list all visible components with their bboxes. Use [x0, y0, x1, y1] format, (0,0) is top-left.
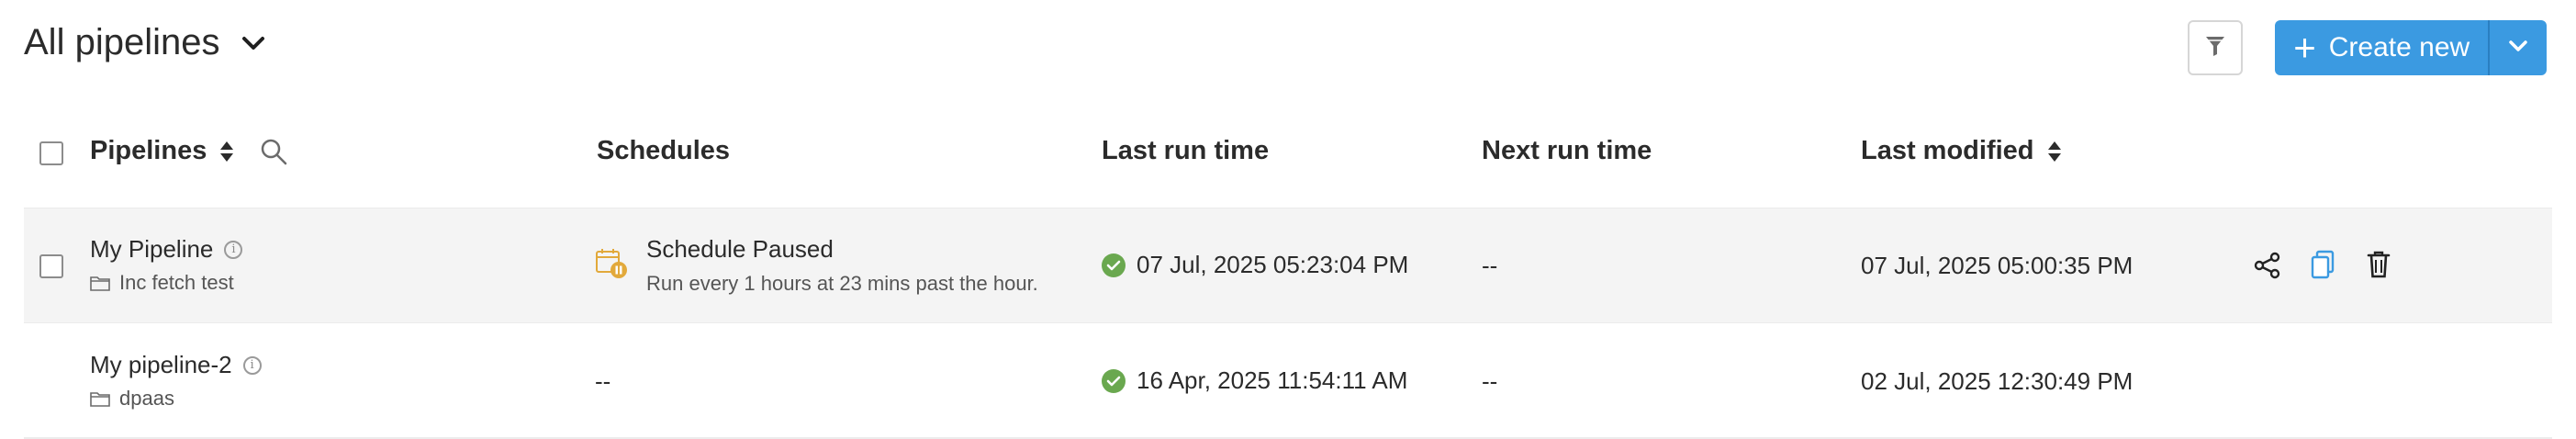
- column-label-next-run: Next run time: [1482, 136, 1652, 165]
- pipeline-folder: Inc fetch test: [90, 271, 234, 295]
- dropdown-caret-icon: [2508, 39, 2528, 57]
- create-new-button-group[interactable]: + Create new: [2275, 20, 2547, 75]
- column-header-pipelines[interactable]: Pipelines: [90, 136, 287, 166]
- search-icon[interactable]: [260, 138, 287, 165]
- pipeline-name[interactable]: My Pipeline: [90, 235, 213, 264]
- row-checkbox[interactable]: [39, 254, 63, 278]
- column-label-last-modified: Last modified: [1861, 136, 2034, 165]
- delete-icon[interactable]: [2367, 250, 2391, 279]
- last-modified-time: 07 Jul, 2025 05:00:35 PM: [1861, 252, 2134, 279]
- last-run-time: 16 Apr, 2025 11:54:11 AM: [1137, 366, 1408, 394]
- last-modified-time: 02 Jul, 2025 12:30:49 PM: [1861, 367, 2134, 395]
- share-icon[interactable]: [2254, 252, 2281, 279]
- last-run-time: 07 Jul, 2025 05:23:04 PM: [1137, 251, 1409, 278]
- pipeline-name-cell[interactable]: My pipeline-2 i: [90, 351, 262, 379]
- next-run-time: --: [1482, 367, 1498, 395]
- folder-icon: [90, 392, 110, 407]
- next-run-time: --: [1482, 252, 1498, 279]
- folder-name: dpaas: [119, 387, 174, 410]
- sort-icon[interactable]: [219, 140, 234, 163]
- column-label-schedules: Schedules: [597, 136, 731, 165]
- schedule-paused-icon: [595, 248, 628, 284]
- column-header-schedules: Schedules: [597, 136, 730, 166]
- plus-icon: +: [2293, 26, 2316, 69]
- filter-icon: [2204, 34, 2226, 62]
- sort-icon[interactable]: [2047, 140, 2062, 163]
- filter-button[interactable]: [2188, 20, 2243, 75]
- create-new-label: Create new: [2328, 32, 2470, 62]
- copy-icon[interactable]: [2310, 250, 2335, 279]
- info-icon[interactable]: i: [224, 240, 243, 259]
- create-new-dropdown-button[interactable]: [2488, 20, 2547, 75]
- create-new-button[interactable]: + Create new: [2275, 20, 2488, 75]
- column-label-last-run: Last run time: [1102, 136, 1270, 165]
- page-title: All pipelines: [24, 22, 220, 62]
- page-title-dropdown[interactable]: All pipelines: [24, 22, 265, 63]
- select-all-checkbox[interactable]: [39, 141, 63, 165]
- pipeline-name[interactable]: My pipeline-2: [90, 351, 232, 379]
- chevron-down-icon[interactable]: [241, 36, 265, 51]
- column-header-last-modified[interactable]: Last modified: [1861, 136, 2062, 166]
- info-icon[interactable]: i: [242, 355, 262, 375]
- column-header-next-run: Next run time: [1482, 136, 1652, 166]
- schedule-status: Schedule Paused: [646, 235, 834, 263]
- success-check-icon: [1102, 253, 1126, 277]
- column-header-last-run: Last run time: [1102, 136, 1269, 166]
- last-run-cell: 16 Apr, 2025 11:54:11 AM: [1102, 366, 1407, 395]
- folder-icon: [90, 276, 110, 291]
- pipeline-folder: dpaas: [90, 387, 174, 411]
- last-run-cell: 07 Jul, 2025 05:23:04 PM: [1102, 251, 1408, 279]
- success-check-icon: [1102, 368, 1126, 393]
- schedule-description: Run every 1 hours at 23 mins past the ho…: [646, 272, 1038, 295]
- column-label-pipelines: Pipelines: [90, 136, 207, 165]
- pipeline-name-cell[interactable]: My Pipeline i: [90, 235, 243, 264]
- folder-name: Inc fetch test: [119, 271, 234, 294]
- schedule-cell: --: [595, 367, 611, 395]
